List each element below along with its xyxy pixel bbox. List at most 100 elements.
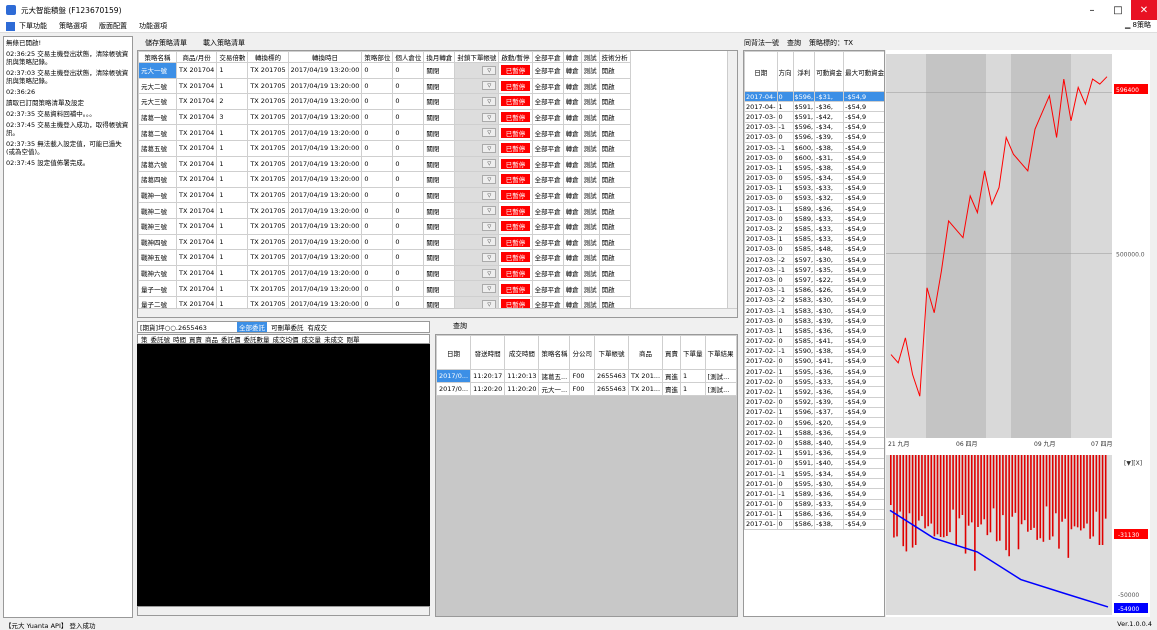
roll-button[interactable]: 轉倉: [562, 171, 582, 188]
strategy-column-header[interactable]: 轉倉: [562, 51, 582, 63]
trade-row[interactable]: 2017-03- 0 $597, -$22, -$54,9: [744, 274, 884, 286]
strategy-row[interactable]: 量子一號 TX 201704 1 TX 201705 2017/04/19 13:20:…: [138, 280, 631, 297]
start-pause-button[interactable]: 已暫停: [501, 143, 530, 154]
strategy-column-header[interactable]: 轉換時日: [287, 51, 363, 63]
roll-button[interactable]: 轉倉: [562, 124, 582, 141]
strategy-column-header[interactable]: 策略部位: [361, 51, 394, 63]
trade-row[interactable]: 2017-02- 0 $592, -$39, -$54,9: [744, 396, 884, 408]
blocked-account-cell[interactable]: ▽: [454, 264, 500, 282]
blocked-account-dropdown[interactable]: ▽: [482, 96, 497, 106]
trade-row[interactable]: 2017-04- 1 $591, -$36, -$54,9: [744, 101, 884, 113]
trade-row[interactable]: 2017-03- -2 $583, -$30, -$54,9: [744, 294, 884, 306]
strategy-column-header[interactable]: 個人倉位: [392, 51, 425, 63]
rollover-select[interactable]: 關閉: [423, 233, 456, 251]
trade-row[interactable]: 2017-01- -1 $595, -$34, -$54,9: [744, 467, 884, 480]
chart-button[interactable]: 開啟: [598, 249, 631, 266]
close-all-button[interactable]: 全部平倉: [531, 280, 564, 297]
trade-column-header[interactable]: 可動資金: [814, 51, 845, 92]
trade-row[interactable]: 2017-01- 0 $589, -$33, -$54,9: [744, 498, 884, 510]
strategy-column-header[interactable]: 策略名稱: [138, 51, 177, 63]
blocked-account-cell[interactable]: ▽: [454, 280, 500, 297]
close-all-button[interactable]: 全部平倉: [531, 217, 564, 235]
trade-row[interactable]: 2017-03- 1 $585, -$33, -$54,9: [744, 233, 884, 245]
trade-row[interactable]: 2017-03- 0 $591, -$42, -$54,9: [744, 111, 884, 123]
trade-row[interactable]: 2017-02- 0 $595, -$33, -$54,9: [744, 376, 884, 388]
rollover-select[interactable]: 關閉: [423, 77, 456, 95]
close-all-button[interactable]: 全部平倉: [531, 124, 564, 141]
chart-button[interactable]: 開啟: [598, 77, 631, 95]
blocked-account-cell[interactable]: ▽: [454, 155, 500, 173]
query-button[interactable]: 查詢: [787, 38, 801, 48]
trade-row[interactable]: 2017-03- 0 $596, -$39, -$54,9: [744, 131, 884, 143]
query-column-header[interactable]: 分公司: [569, 335, 595, 370]
start-pause-button[interactable]: 已暫停: [501, 268, 530, 279]
strategy-row[interactable]: 戰神四號 TX 201704 1 TX 201705 2017/04/19 13:20:…: [138, 233, 631, 251]
tab-save-list[interactable]: 儲存策略清單: [137, 37, 195, 49]
start-pause-button[interactable]: 已暫停: [501, 80, 530, 91]
blocked-account-cell[interactable]: ▽: [454, 124, 500, 141]
roll-button[interactable]: 轉倉: [562, 249, 582, 266]
radio-all-orders[interactable]: 全部委託: [237, 322, 267, 332]
trade-row[interactable]: 2017-03- -1 $583, -$30, -$54,9: [744, 304, 884, 317]
test-button[interactable]: 測試: [580, 202, 600, 219]
roll-button[interactable]: 轉倉: [562, 62, 582, 79]
order-column-header[interactable]: 剛單: [347, 334, 360, 344]
menu-function[interactable]: 功能選項: [139, 21, 167, 31]
start-pause-button[interactable]: 已暫停: [501, 190, 530, 201]
order-column-header[interactable]: 委託數量: [244, 334, 270, 344]
chart-button[interactable]: 開啟: [598, 139, 631, 157]
rollover-select[interactable]: 關閉: [423, 62, 456, 79]
order-column-header[interactable]: 策: [141, 334, 148, 344]
roll-button[interactable]: 轉倉: [562, 108, 582, 126]
order-hscroll[interactable]: [137, 606, 430, 616]
blocked-account-cell[interactable]: ▽: [454, 77, 500, 95]
trade-row[interactable]: 2017-02- -1 $590, -$38, -$54,9: [744, 345, 884, 357]
trade-row[interactable]: 2017-02- 0 $596, -$20, -$54,9: [744, 416, 884, 429]
strategy-row[interactable]: 諸葛二號 TX 201704 1 TX 201705 2017/04/19 13:20:…: [138, 124, 631, 141]
order-column-header[interactable]: 成交均價: [273, 334, 299, 344]
chart-button[interactable]: 開啟: [598, 155, 631, 173]
blocked-account-dropdown[interactable]: ▽: [482, 112, 497, 122]
trade-row[interactable]: 2017-02- 1 $591, -$36, -$54,9: [744, 447, 884, 459]
trade-row[interactable]: 2017-01- 0 $595, -$30, -$54,9: [744, 478, 884, 490]
blocked-account-cell[interactable]: ▽: [454, 217, 500, 235]
trade-row[interactable]: 2017-03- 1 $585, -$36, -$54,9: [744, 325, 884, 337]
trade-row[interactable]: 2017-03- 1 $595, -$38, -$54,9: [744, 162, 884, 174]
strategy-row[interactable]: 元大一號 TX 201704 1 TX 201705 2017/04/19 13:20:…: [138, 62, 631, 79]
test-button[interactable]: 測試: [580, 155, 600, 173]
blocked-account-dropdown[interactable]: ▽: [482, 221, 497, 231]
trade-column-header[interactable]: 淨利: [792, 51, 816, 92]
trade-row[interactable]: 2017-03- 0 $585, -$48, -$54,9: [744, 243, 884, 256]
strategy-column-header[interactable]: 測試: [580, 51, 600, 63]
trade-row[interactable]: 2017-03- 0 $593, -$32, -$54,9: [744, 192, 884, 205]
blocked-account-dropdown[interactable]: ▽: [482, 284, 497, 294]
close-all-button[interactable]: 全部平倉: [531, 171, 564, 188]
rollover-select[interactable]: 關閉: [423, 264, 456, 282]
strategy-row[interactable]: 諸葛六號 TX 201704 1 TX 201705 2017/04/19 13:20:…: [138, 155, 631, 173]
strategy-row[interactable]: 戰神一號 TX 201704 1 TX 201705 2017/04/19 13:20:…: [138, 186, 631, 204]
order-column-header[interactable]: 商品: [205, 334, 218, 344]
strategy-column-header[interactable]: 技術分析: [598, 51, 631, 63]
test-button[interactable]: 測試: [580, 186, 600, 204]
rollover-select[interactable]: 關閉: [423, 186, 456, 204]
rollover-select[interactable]: 關閉: [423, 217, 456, 235]
chart-button[interactable]: 開啟: [598, 233, 631, 251]
blocked-account-dropdown[interactable]: ▽: [482, 143, 497, 153]
test-button[interactable]: 測試: [580, 62, 600, 79]
roll-button[interactable]: 轉倉: [562, 155, 582, 173]
start-pause-button[interactable]: 已暫停: [501, 205, 530, 216]
close-all-button[interactable]: 全部平倉: [531, 202, 564, 219]
tab-load-list[interactable]: 載入策略清單: [195, 37, 253, 49]
blocked-account-dropdown[interactable]: ▽: [482, 159, 497, 169]
trade-row[interactable]: 2017-03- 1 $593, -$33, -$54,9: [744, 182, 884, 194]
blocked-account-dropdown[interactable]: ▽: [482, 65, 497, 75]
order-column-header[interactable]: 時間: [173, 334, 186, 344]
blocked-account-cell[interactable]: ▽: [454, 62, 500, 79]
trade-row[interactable]: 2017-03- -1 $596, -$34, -$54,9: [744, 121, 884, 133]
trade-row[interactable]: 2017-01- -1 $589, -$36, -$54,9: [744, 488, 884, 500]
strategy-hscroll[interactable]: [138, 308, 737, 317]
test-button[interactable]: 測試: [580, 108, 600, 126]
strategy-row[interactable]: 戰神三號 TX 201704 1 TX 201705 2017/04/19 13:20:…: [138, 217, 631, 235]
strategy-row[interactable]: 元大三號 TX 201704 2 TX 201705 2017/04/19 13:20:…: [138, 93, 631, 110]
radio-cancelable[interactable]: 可刪單委託: [271, 322, 304, 332]
